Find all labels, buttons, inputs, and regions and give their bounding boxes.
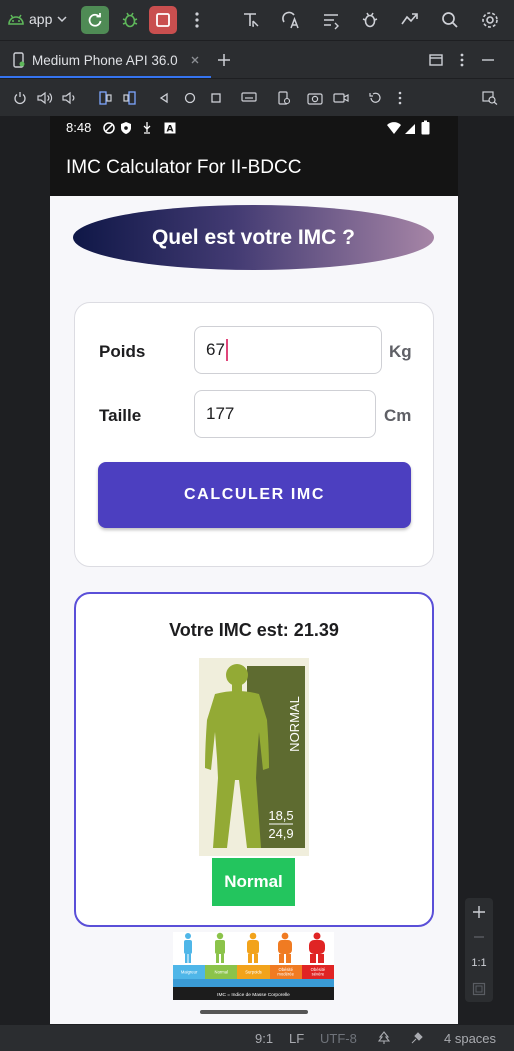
rotate-right-icon[interactable]	[118, 86, 142, 110]
calculate-button[interactable]: CALCULER IMC	[98, 462, 411, 528]
assistant-icon[interactable]	[410, 1031, 424, 1045]
phone-screen: 8:48 A IMC Calculator For II-BDCC Quel e…	[50, 116, 458, 1024]
zoom-in-icon[interactable]	[467, 900, 491, 924]
ide-main-toolbar: app	[0, 0, 514, 40]
vpn-icon	[103, 122, 115, 134]
weight-input[interactable]: 67	[194, 326, 382, 374]
stop-button[interactable]	[149, 6, 177, 34]
app-bar: IMC Calculator For II-BDCC	[50, 140, 458, 196]
result-text: Votre IMC est: 21.39	[169, 620, 339, 640]
header-pill: Quel est votre IMC ?	[73, 205, 434, 270]
camera-icon[interactable]	[303, 86, 327, 110]
header-pill-text: Quel est votre IMC ?	[151, 225, 356, 249]
more-vertical-icon[interactable]	[388, 86, 412, 110]
weight-value: 67	[206, 340, 225, 359]
sync-list-icon[interactable]	[319, 8, 343, 32]
category-badge: Normal	[212, 858, 295, 906]
plus-icon[interactable]	[212, 48, 236, 72]
apply-changes-button[interactable]	[81, 6, 109, 34]
bmi-chart-category-label: modérée	[277, 972, 294, 977]
bmi-chart-footer: IMC = Indice de Masse Corporelle	[217, 992, 290, 998]
layout-inspector-icon[interactable]	[239, 8, 263, 32]
tree-icon[interactable]	[378, 1031, 390, 1045]
gear-icon[interactable]	[478, 8, 502, 32]
home-icon[interactable]	[178, 86, 202, 110]
bmi-categories-chart: Maigreur< 18.5Normal18.5 à 25Surpoids25 …	[173, 932, 334, 1000]
app-title: IMC Calculator For II-BDCC	[66, 157, 302, 178]
zoom-inspect-icon[interactable]	[478, 86, 502, 110]
volume-down-icon[interactable]	[58, 86, 82, 110]
gesture-nav-handle[interactable]	[200, 1010, 308, 1014]
run-config-label: app	[29, 11, 53, 27]
file-encoding[interactable]: UTF-8	[320, 1031, 357, 1046]
device-tab-label: Medium Phone API 36.0	[32, 52, 178, 68]
shield-icon	[121, 122, 131, 134]
overview-icon[interactable]	[204, 86, 228, 110]
refresh-icon	[88, 13, 102, 27]
chevron-down-icon	[57, 16, 67, 23]
more-vertical-icon[interactable]	[450, 48, 474, 72]
battery-icon	[421, 120, 430, 135]
height-label: Taille	[99, 406, 142, 425]
caret-position[interactable]: 9:1	[255, 1031, 273, 1046]
indent-setting[interactable]: 4 spaces	[444, 1031, 496, 1046]
bug-icon	[122, 12, 138, 28]
weight-unit: Kg	[389, 342, 412, 361]
height-unit: Cm	[384, 406, 412, 425]
figure-range-low: 18,5	[268, 808, 293, 823]
more-vertical-icon[interactable]	[185, 8, 209, 32]
debug-button[interactable]	[116, 6, 144, 34]
fit-screen-icon[interactable]	[467, 977, 491, 1001]
device-settings-icon[interactable]	[272, 86, 296, 110]
result-card: Votre IMC est: 21.39 NORMAL 18,5 24,9 No…	[74, 592, 434, 927]
figure-range-high: 24,9	[268, 826, 293, 841]
power-icon[interactable]	[8, 86, 32, 110]
android-icon	[8, 14, 24, 25]
wifi-icon	[387, 122, 401, 134]
svg-text:A: A	[167, 125, 174, 135]
bmi-chart-category-label: Normal	[215, 970, 229, 975]
emulator-toolbar	[0, 78, 514, 116]
search-icon[interactable]	[438, 8, 462, 32]
device-manager-icon[interactable]	[398, 8, 422, 32]
window-mode-icon[interactable]	[424, 48, 448, 72]
signal-icon	[405, 124, 415, 134]
bmi-chart-category-label: sévère	[312, 972, 325, 977]
zoom-controls: 1:1	[465, 898, 493, 1002]
bmi-chart-category-label: Surpoids	[245, 970, 262, 975]
snapshot-icon[interactable]	[363, 86, 387, 110]
usb-debug-icon	[143, 122, 151, 134]
phone-icon	[13, 52, 25, 68]
minimize-icon[interactable]	[476, 48, 500, 72]
close-icon[interactable]	[190, 55, 200, 65]
calculate-button-label: CALCULER IMC	[184, 486, 325, 503]
device-tab[interactable]: Medium Phone API 36.0	[0, 41, 211, 79]
debug-settings-icon[interactable]	[358, 8, 382, 32]
zoom-out-icon[interactable]	[467, 925, 491, 949]
device-tab-row: Medium Phone API 36.0	[0, 40, 514, 79]
a11y-icon: A	[164, 122, 176, 134]
figure-category-text: NORMAL	[287, 696, 302, 752]
translate-icon[interactable]	[279, 8, 303, 32]
ide-status-bar: 9:1 LF UTF-8 4 spaces	[0, 1024, 514, 1051]
rotate-left-icon[interactable]	[93, 86, 117, 110]
bmi-figure-illustration: NORMAL 18,5 24,9	[199, 658, 309, 856]
bmi-chart-category-label: Maigreur	[181, 970, 198, 975]
android-status-bar: 8:48 A	[50, 116, 458, 140]
status-time: 8:48	[66, 120, 92, 135]
height-input[interactable]: 177	[194, 390, 376, 438]
text-cursor	[225, 339, 228, 361]
input-card: Poids 67 Kg Taille 177 Cm CALCULER IMC	[74, 302, 434, 567]
volume-up-icon[interactable]	[33, 86, 57, 110]
line-ending[interactable]: LF	[289, 1031, 304, 1046]
zoom-actual-size[interactable]: 1:1	[465, 957, 493, 969]
keyboard-icon[interactable]	[237, 86, 261, 110]
back-icon[interactable]	[152, 86, 176, 110]
weight-label: Poids	[99, 342, 146, 361]
category-badge-label: Normal	[224, 872, 283, 891]
record-screen-icon[interactable]	[329, 86, 353, 110]
height-value: 177	[206, 404, 235, 423]
stop-icon	[156, 13, 170, 27]
run-config-selector[interactable]: app	[6, 9, 68, 29]
